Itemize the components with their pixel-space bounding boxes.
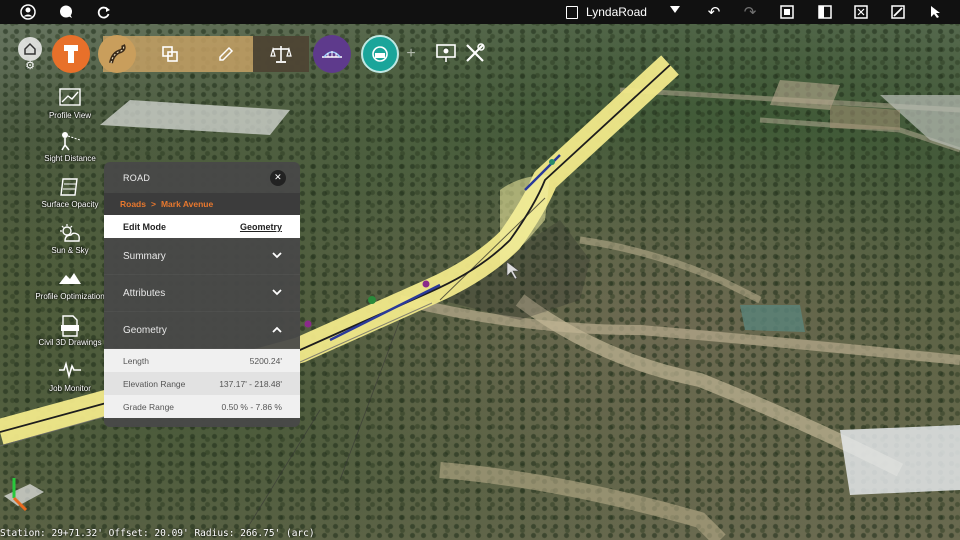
- pvi-node: [549, 159, 555, 165]
- sight-distance-icon: [58, 131, 82, 153]
- chevron-up-icon: [272, 325, 282, 336]
- redo-icon[interactable]: ↷: [740, 2, 760, 22]
- layers-toggle-icon[interactable]: [777, 2, 797, 22]
- drainage-tool-button[interactable]: [361, 35, 399, 73]
- pencil-icon[interactable]: [213, 41, 239, 67]
- edit-mode-icon[interactable]: [888, 2, 908, 22]
- chevron-down-icon: [272, 251, 282, 262]
- pvi-node: [422, 280, 430, 288]
- section-label: Attributes: [123, 287, 166, 299]
- pointer-icon[interactable]: [926, 2, 946, 22]
- road-panel-title: ROAD: [123, 172, 151, 183]
- building: [770, 80, 840, 110]
- project-selector[interactable]: LyndaRoad: [566, 3, 647, 21]
- left-tool-label: Sight Distance: [44, 154, 96, 163]
- row-label: Elevation Range: [123, 378, 186, 389]
- section-summary[interactable]: Summary: [104, 238, 300, 275]
- chevron-down-icon: [272, 288, 282, 299]
- guide-line: [339, 319, 401, 481]
- geometry-row-grade-range: Grade Range 0.50 % - 7.86 %: [104, 395, 300, 418]
- geometry-row-elevation-range: Elevation Range 137.17' - 218.48': [104, 372, 300, 395]
- guide-line: [239, 409, 321, 540]
- breadcrumb-roads[interactable]: Roads: [120, 199, 146, 209]
- sun-sky-icon: [58, 223, 82, 245]
- edit-mode-label: Edit Mode: [123, 221, 166, 232]
- road-profile-line: [329, 283, 441, 342]
- dwg-icon: [58, 315, 82, 337]
- user-icon[interactable]: [18, 2, 38, 22]
- settings-gear-icon[interactable]: ⚙: [20, 58, 40, 72]
- edit-mode-geometry-link[interactable]: Geometry: [240, 222, 282, 232]
- building: [840, 425, 960, 495]
- project-name: LyndaRoad: [586, 5, 647, 19]
- chevron-right-icon: >: [150, 199, 156, 209]
- tools-wrench-icon[interactable]: [463, 41, 487, 65]
- breadcrumb: Roads > Mark Avenue: [104, 193, 300, 215]
- add-tool-icon[interactable]: +: [401, 44, 421, 64]
- profile-optimization-icon: [58, 269, 82, 291]
- chat-icon[interactable]: [56, 2, 76, 22]
- road-tool-button[interactable]: [98, 35, 136, 73]
- document-icon: [566, 5, 578, 19]
- left-tool-sight-distance[interactable]: Sight Distance: [22, 131, 118, 163]
- fullscreen-icon[interactable]: [851, 2, 871, 22]
- section-label: Geometry: [123, 324, 167, 336]
- bridge-tool-button[interactable]: [313, 35, 351, 73]
- panel-toggle-icon[interactable]: [815, 2, 835, 22]
- pvi-node: [304, 320, 312, 328]
- copy-icon[interactable]: [157, 41, 183, 67]
- row-label: Length: [123, 355, 149, 366]
- dirt-road: [439, 462, 726, 540]
- balance-scale-icon[interactable]: [268, 41, 294, 67]
- row-value: 0.50 % - 7.86 %: [221, 401, 282, 412]
- greenhouse: [100, 100, 290, 135]
- build-tool-button[interactable]: [52, 35, 90, 73]
- left-tool-label: Profile View: [48, 111, 92, 120]
- field: [830, 105, 900, 130]
- geometry-table: Length 5200.24' Elevation Range 137.17' …: [104, 349, 300, 418]
- row-label: Grade Range: [123, 401, 175, 412]
- undo-icon[interactable]: ↶: [704, 2, 724, 22]
- surface-opacity-icon: [58, 177, 82, 199]
- dirt-road: [579, 236, 762, 304]
- road-panel-header: ROAD ✕: [104, 162, 300, 193]
- section-geometry[interactable]: Geometry: [104, 312, 300, 349]
- row-value: 5200.24': [249, 355, 282, 366]
- pvi-node: [368, 296, 376, 304]
- building: [740, 305, 805, 332]
- profile-view-icon: [58, 88, 82, 110]
- top-bar: LyndaRoad ↶ ↷: [0, 0, 960, 24]
- breadcrumb-current: Mark Avenue: [160, 199, 214, 209]
- axis-gizmo: [4, 478, 44, 512]
- geometry-row-length: Length 5200.24': [104, 349, 300, 372]
- present-screen-icon[interactable]: [434, 41, 458, 65]
- status-readout: Station: 29+71.32' Offset: 20.09' Radius…: [0, 528, 315, 539]
- close-icon[interactable]: ✕: [270, 169, 286, 186]
- chevron-down-icon[interactable]: [670, 6, 680, 13]
- section-attributes[interactable]: Attributes: [104, 275, 300, 312]
- edit-mode-row: Edit Mode Geometry: [104, 215, 300, 238]
- sync-icon[interactable]: [93, 2, 113, 22]
- job-monitor-icon: [58, 361, 82, 383]
- left-tool-profile-view[interactable]: Profile View: [22, 88, 118, 120]
- section-label: Summary: [123, 250, 166, 262]
- row-value: 137.17' - 218.48': [219, 378, 282, 389]
- road-panel: ROAD ✕ Roads > Mark Avenue Edit Mode Geo…: [104, 162, 300, 427]
